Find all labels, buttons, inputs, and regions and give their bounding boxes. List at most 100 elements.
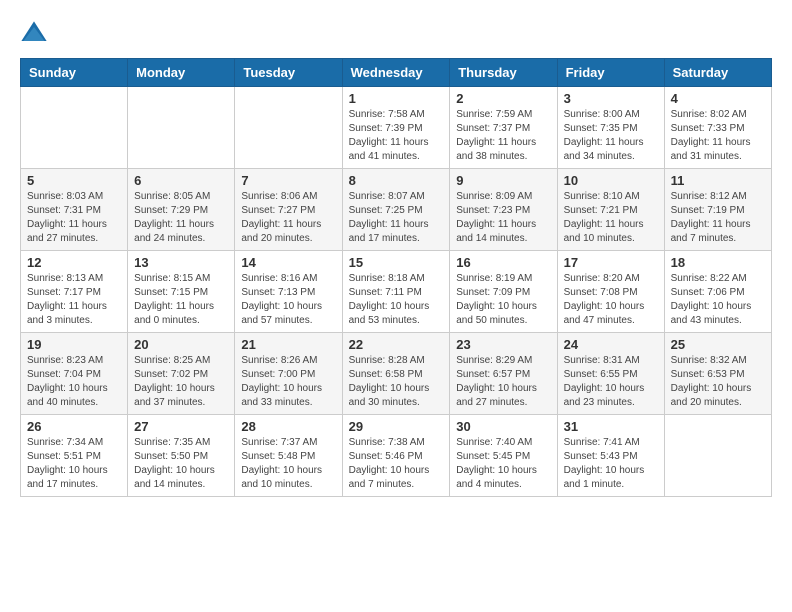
day-number: 14 [241, 255, 335, 270]
calendar-cell: 11 Sunrise: 8:12 AM Sunset: 7:19 PM Dayli… [664, 169, 771, 251]
day-number: 27 [134, 419, 228, 434]
day-number: 31 [564, 419, 658, 434]
day-number: 12 [27, 255, 121, 270]
calendar-cell: 25 Sunrise: 8:32 AM Sunset: 6:53 PM Dayli… [664, 333, 771, 415]
day-info: Sunrise: 8:00 AM Sunset: 7:35 PM Dayligh… [564, 108, 658, 164]
col-header-saturday: Saturday [664, 59, 771, 87]
calendar-cell: 5 Sunrise: 8:03 AM Sunset: 7:31 PM Daylig… [21, 169, 128, 251]
calendar-table: SundayMondayTuesdayWednesdayThursdayFrid… [20, 58, 772, 497]
day-number: 1 [349, 91, 444, 106]
day-number: 9 [456, 173, 550, 188]
day-number: 7 [241, 173, 335, 188]
calendar-cell: 20 Sunrise: 8:25 AM Sunset: 7:02 PM Dayli… [128, 333, 235, 415]
day-info: Sunrise: 8:20 AM Sunset: 7:08 PM Dayligh… [564, 272, 658, 328]
calendar-cell: 19 Sunrise: 8:23 AM Sunset: 7:04 PM Dayli… [21, 333, 128, 415]
day-info: Sunrise: 8:16 AM Sunset: 7:13 PM Dayligh… [241, 272, 335, 328]
day-number: 25 [671, 337, 765, 352]
page: SundayMondayTuesdayWednesdayThursdayFrid… [0, 0, 792, 507]
day-info: Sunrise: 8:13 AM Sunset: 7:17 PM Dayligh… [27, 272, 121, 328]
calendar-cell: 10 Sunrise: 8:10 AM Sunset: 7:21 PM Dayli… [557, 169, 664, 251]
day-info: Sunrise: 8:05 AM Sunset: 7:29 PM Dayligh… [134, 190, 228, 246]
day-number: 30 [456, 419, 550, 434]
day-number: 16 [456, 255, 550, 270]
calendar-cell: 15 Sunrise: 8:18 AM Sunset: 7:11 PM Dayli… [342, 251, 450, 333]
calendar-header-row: SundayMondayTuesdayWednesdayThursdayFrid… [21, 59, 772, 87]
calendar-cell: 6 Sunrise: 8:05 AM Sunset: 7:29 PM Daylig… [128, 169, 235, 251]
day-info: Sunrise: 8:19 AM Sunset: 7:09 PM Dayligh… [456, 272, 550, 328]
calendar-cell: 28 Sunrise: 7:37 AM Sunset: 5:48 PM Dayli… [235, 415, 342, 497]
calendar-cell: 9 Sunrise: 8:09 AM Sunset: 7:23 PM Daylig… [450, 169, 557, 251]
calendar-cell: 8 Sunrise: 8:07 AM Sunset: 7:25 PM Daylig… [342, 169, 450, 251]
day-number: 5 [27, 173, 121, 188]
day-number: 6 [134, 173, 228, 188]
day-number: 3 [564, 91, 658, 106]
day-number: 11 [671, 173, 765, 188]
day-info: Sunrise: 8:06 AM Sunset: 7:27 PM Dayligh… [241, 190, 335, 246]
day-info: Sunrise: 8:18 AM Sunset: 7:11 PM Dayligh… [349, 272, 444, 328]
col-header-tuesday: Tuesday [235, 59, 342, 87]
day-info: Sunrise: 8:12 AM Sunset: 7:19 PM Dayligh… [671, 190, 765, 246]
col-header-monday: Monday [128, 59, 235, 87]
calendar-cell [21, 87, 128, 169]
day-info: Sunrise: 8:10 AM Sunset: 7:21 PM Dayligh… [564, 190, 658, 246]
day-number: 2 [456, 91, 550, 106]
week-row-3: 12 Sunrise: 8:13 AM Sunset: 7:17 PM Dayli… [21, 251, 772, 333]
day-number: 22 [349, 337, 444, 352]
day-info: Sunrise: 8:02 AM Sunset: 7:33 PM Dayligh… [671, 108, 765, 164]
day-info: Sunrise: 8:09 AM Sunset: 7:23 PM Dayligh… [456, 190, 550, 246]
day-number: 21 [241, 337, 335, 352]
col-header-thursday: Thursday [450, 59, 557, 87]
col-header-friday: Friday [557, 59, 664, 87]
calendar-cell: 21 Sunrise: 8:26 AM Sunset: 7:00 PM Dayli… [235, 333, 342, 415]
calendar-cell: 16 Sunrise: 8:19 AM Sunset: 7:09 PM Dayli… [450, 251, 557, 333]
day-info: Sunrise: 7:40 AM Sunset: 5:45 PM Dayligh… [456, 436, 550, 492]
day-info: Sunrise: 8:28 AM Sunset: 6:58 PM Dayligh… [349, 354, 444, 410]
calendar-cell: 27 Sunrise: 7:35 AM Sunset: 5:50 PM Dayli… [128, 415, 235, 497]
day-info: Sunrise: 7:35 AM Sunset: 5:50 PM Dayligh… [134, 436, 228, 492]
col-header-wednesday: Wednesday [342, 59, 450, 87]
week-row-1: 1Sunrise: 7:58 AM Sunset: 7:39 PM Daylig… [21, 87, 772, 169]
header [20, 20, 772, 48]
calendar-cell: 23Sunrise: 8:29 AM Sunset: 6:57 PM Dayli… [450, 333, 557, 415]
week-row-2: 5 Sunrise: 8:03 AM Sunset: 7:31 PM Daylig… [21, 169, 772, 251]
day-info: Sunrise: 8:15 AM Sunset: 7:15 PM Dayligh… [134, 272, 228, 328]
day-info: Sunrise: 8:31 AM Sunset: 6:55 PM Dayligh… [564, 354, 658, 410]
day-number: 18 [671, 255, 765, 270]
calendar-cell: 7 Sunrise: 8:06 AM Sunset: 7:27 PM Daylig… [235, 169, 342, 251]
day-number: 4 [671, 91, 765, 106]
day-number: 23 [456, 337, 550, 352]
calendar-cell [128, 87, 235, 169]
day-number: 28 [241, 419, 335, 434]
day-info: Sunrise: 8:07 AM Sunset: 7:25 PM Dayligh… [349, 190, 444, 246]
day-info: Sunrise: 8:26 AM Sunset: 7:00 PM Dayligh… [241, 354, 335, 410]
day-info: Sunrise: 8:25 AM Sunset: 7:02 PM Dayligh… [134, 354, 228, 410]
calendar-cell: 1Sunrise: 7:58 AM Sunset: 7:39 PM Daylig… [342, 87, 450, 169]
day-info: Sunrise: 7:37 AM Sunset: 5:48 PM Dayligh… [241, 436, 335, 492]
calendar-cell: 17 Sunrise: 8:20 AM Sunset: 7:08 PM Dayli… [557, 251, 664, 333]
week-row-4: 19 Sunrise: 8:23 AM Sunset: 7:04 PM Dayli… [21, 333, 772, 415]
day-number: 13 [134, 255, 228, 270]
calendar-cell: 29Sunrise: 7:38 AM Sunset: 5:46 PM Dayli… [342, 415, 450, 497]
day-number: 10 [564, 173, 658, 188]
calendar-cell: 18Sunrise: 8:22 AM Sunset: 7:06 PM Dayli… [664, 251, 771, 333]
day-info: Sunrise: 8:23 AM Sunset: 7:04 PM Dayligh… [27, 354, 121, 410]
calendar-cell [664, 415, 771, 497]
day-number: 8 [349, 173, 444, 188]
day-info: Sunrise: 7:59 AM Sunset: 7:37 PM Dayligh… [456, 108, 550, 164]
day-number: 17 [564, 255, 658, 270]
logo [20, 20, 52, 48]
day-info: Sunrise: 7:38 AM Sunset: 5:46 PM Dayligh… [349, 436, 444, 492]
day-number: 20 [134, 337, 228, 352]
calendar-cell: 12 Sunrise: 8:13 AM Sunset: 7:17 PM Dayli… [21, 251, 128, 333]
day-info: Sunrise: 7:34 AM Sunset: 5:51 PM Dayligh… [27, 436, 121, 492]
calendar-cell [235, 87, 342, 169]
day-number: 19 [27, 337, 121, 352]
calendar-cell: 31Sunrise: 7:41 AM Sunset: 5:43 PM Dayli… [557, 415, 664, 497]
calendar-cell: 14 Sunrise: 8:16 AM Sunset: 7:13 PM Dayli… [235, 251, 342, 333]
day-number: 15 [349, 255, 444, 270]
calendar-cell: 2 Sunrise: 7:59 AM Sunset: 7:37 PM Daylig… [450, 87, 557, 169]
calendar-cell: 3 Sunrise: 8:00 AM Sunset: 7:35 PM Daylig… [557, 87, 664, 169]
day-info: Sunrise: 8:32 AM Sunset: 6:53 PM Dayligh… [671, 354, 765, 410]
day-info: Sunrise: 8:03 AM Sunset: 7:31 PM Dayligh… [27, 190, 121, 246]
calendar-cell: 24Sunrise: 8:31 AM Sunset: 6:55 PM Dayli… [557, 333, 664, 415]
